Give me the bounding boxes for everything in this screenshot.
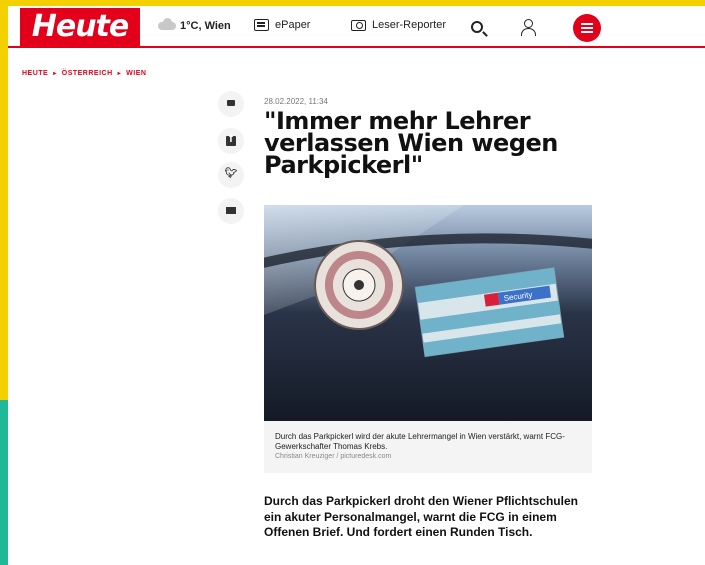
left-accent-green bbox=[0, 400, 8, 565]
camera-icon bbox=[351, 19, 366, 31]
epaper-icon bbox=[254, 19, 269, 31]
image-credit: Christian Kreuziger / picturedesk.com bbox=[275, 453, 392, 460]
twitter-icon[interactable]: 🐦︎ bbox=[218, 162, 244, 188]
article-photo: Security bbox=[264, 205, 592, 421]
breadcrumb: HEUTE ▸ ÖSTERREICH ▸ WIEN bbox=[22, 70, 146, 77]
breadcrumb-separator-icon: ▸ bbox=[53, 71, 57, 77]
facebook-icon[interactable] bbox=[218, 128, 244, 154]
leser-reporter-link[interactable]: Leser-Reporter bbox=[351, 19, 446, 31]
article-headline: "Immer mehr Lehrer verlassen Wien wegen … bbox=[264, 107, 558, 179]
weather-label: 1°C, Wien bbox=[180, 20, 231, 32]
menu-icon bbox=[581, 23, 593, 25]
breadcrumb-separator-icon: ▸ bbox=[117, 71, 122, 77]
site-header: Heute 1°C, Wien ePaper Leser-Reporter bbox=[8, 6, 705, 48]
cloud-icon bbox=[158, 18, 176, 30]
breadcrumb-item-heute[interactable]: HEUTE bbox=[22, 70, 48, 77]
menu-button[interactable] bbox=[573, 14, 601, 42]
image-caption: Durch das Parkpickerl wird der akute Leh… bbox=[275, 432, 565, 451]
leser-reporter-label: Leser-Reporter bbox=[372, 19, 446, 31]
mail-icon[interactable] bbox=[218, 198, 244, 224]
epaper-label: ePaper bbox=[275, 19, 311, 31]
epaper-link[interactable]: ePaper bbox=[254, 19, 310, 31]
search-icon[interactable] bbox=[471, 21, 483, 33]
breadcrumb-item-wien[interactable]: WIEN bbox=[126, 70, 146, 77]
user-icon[interactable] bbox=[521, 19, 536, 36]
image-caption-box: Durch das Parkpickerl wird der akute Leh… bbox=[264, 421, 592, 473]
parkpickerl-photo: Security bbox=[264, 205, 592, 421]
article-lead: Durch das Parkpickerl droht den Wiener P… bbox=[264, 494, 578, 539]
comment-icon[interactable] bbox=[218, 91, 244, 117]
left-accent-yellow bbox=[0, 0, 8, 400]
weather-widget[interactable]: 1°C, Wien bbox=[158, 18, 231, 32]
breadcrumb-item-oesterreich[interactable]: ÖSTERREICH bbox=[62, 70, 113, 77]
heute-logo[interactable]: Heute bbox=[20, 8, 140, 46]
article-timestamp: 28.02.2022, 11:34 bbox=[264, 97, 328, 106]
